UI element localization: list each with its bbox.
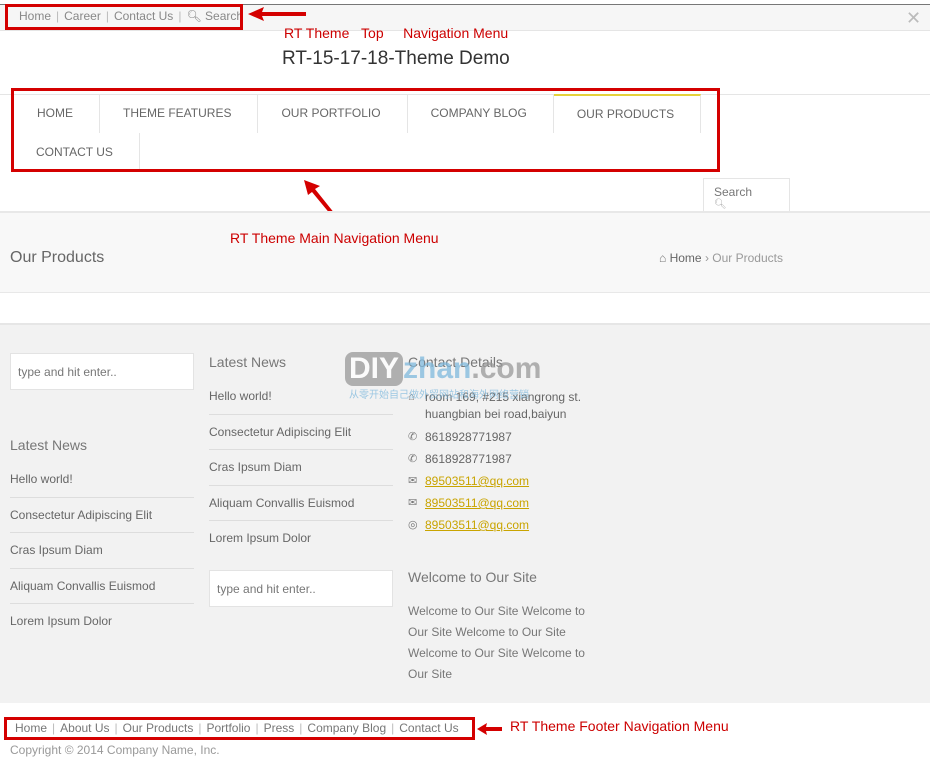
list-item[interactable]: Aliquam Convallis Euismod xyxy=(209,486,393,521)
phone-icon: ✆ xyxy=(408,453,418,465)
list-item[interactable]: Cras Ipsum Diam xyxy=(10,533,194,569)
support-icon: ◎ xyxy=(408,519,418,531)
site-title[interactable]: RT-15-17-18-Theme Demo xyxy=(282,48,510,70)
list-item[interactable]: Consectetur Adipiscing Elit xyxy=(209,415,393,450)
email-link[interactable]: 89503511@qq.com xyxy=(425,470,529,492)
email-link[interactable]: 89503511@qq.com xyxy=(425,492,529,514)
page-title: Our Products xyxy=(10,249,105,266)
annotation-top-label: RT Theme Top Navigation Menu xyxy=(284,25,509,41)
home-icon: ⌂ xyxy=(659,251,667,265)
list-item[interactable]: Consectetur Adipiscing Elit xyxy=(10,498,194,533)
list-item[interactable]: Lorem Ipsum Dolor xyxy=(209,521,393,557)
page-header xyxy=(0,211,930,293)
email-link[interactable]: 89503511@qq.com xyxy=(425,514,529,536)
mail-icon: ✉ xyxy=(408,497,418,509)
list-item[interactable]: Cras Ipsum Diam xyxy=(209,450,393,486)
annotation-arrow-footer xyxy=(477,723,502,735)
mail-icon: ✉ xyxy=(408,475,418,487)
news-list: Hello world! Consectetur Adipiscing Elit… xyxy=(209,379,393,557)
annotation-footer-label: RT Theme Footer Navigation Menu xyxy=(510,718,729,734)
annotation-box-footer xyxy=(4,717,475,740)
annotation-box-top xyxy=(5,4,243,30)
news-list: Hello world! Consectetur Adipiscing Elit… xyxy=(10,462,194,640)
breadcrumb: ⌂ Home › Our Products xyxy=(659,251,783,265)
close-icon[interactable]: ✕ xyxy=(906,8,921,29)
welcome-title: Welcome to Our Site xyxy=(408,569,537,585)
list-item[interactable]: Lorem Ipsum Dolor xyxy=(10,604,194,640)
widget-search-input[interactable]: type and hit enter.. xyxy=(10,353,194,390)
breadcrumb-home[interactable]: Home xyxy=(670,251,702,265)
widget-search-input[interactable]: type and hit enter.. xyxy=(209,570,393,607)
annotation-arrow-top xyxy=(248,7,306,21)
phone-icon: ✆ xyxy=(408,431,418,443)
annotation-box-main xyxy=(11,88,720,172)
welcome-text: Welcome to Our Site Welcome to Our Site W… xyxy=(408,604,585,681)
list-item[interactable]: Hello world! xyxy=(10,462,194,498)
widget-title: Latest News xyxy=(10,437,88,453)
annotation-main-label: RT Theme Main Navigation Menu xyxy=(230,230,439,246)
widget-title: Latest News xyxy=(209,354,287,370)
list-item[interactable]: Aliquam Convallis Euismod xyxy=(10,569,194,604)
contact-details: ⌂ room 169, #215 xiangrong st. huangbian … xyxy=(408,386,608,536)
watermark-logo: DIY zhan .com 从零开始自己做外贸网站和海外网络营销 xyxy=(345,352,541,401)
search-icon: 🔍︎ xyxy=(714,199,727,210)
copyright: Copyright © 2014 Company Name, Inc. xyxy=(10,743,220,757)
